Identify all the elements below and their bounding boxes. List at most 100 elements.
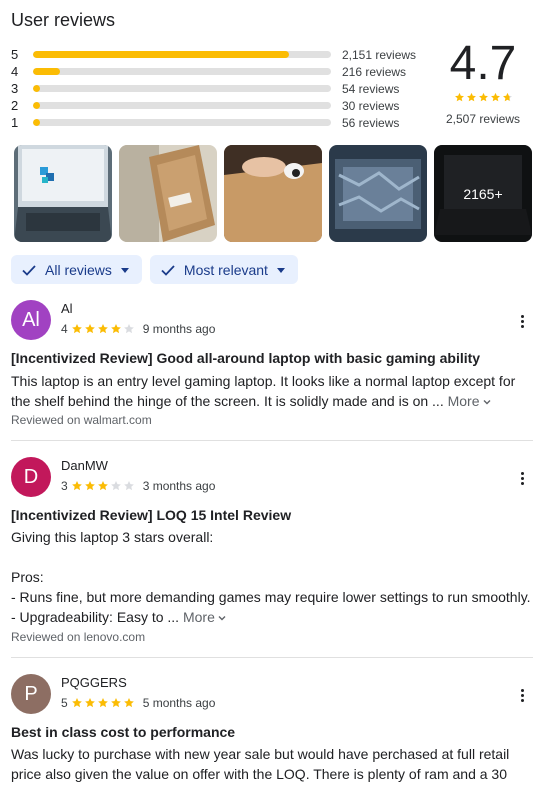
star-icon	[110, 697, 122, 709]
star-icon	[454, 92, 465, 103]
rating-row-count: 54 reviews	[342, 81, 400, 96]
review-body-line: the shelf behind the hinge of the screen…	[11, 391, 533, 411]
review-body-line: - Runs fine, but more demanding games ma…	[11, 589, 531, 605]
review-photo-more[interactable]: 2165+	[434, 145, 532, 242]
review-body: Was lucky to purchase with new year sale…	[11, 744, 533, 784]
rating-bar-fill	[33, 85, 41, 92]
review-body: This laptop is an entry level gaming lap…	[11, 371, 533, 411]
review-body-line: Pros:	[11, 569, 44, 585]
rating-distribution: 5 2,151 reviews 4 216 reviews 3 54 revie…	[11, 46, 431, 131]
rating-bar	[33, 85, 331, 92]
avatar[interactable]: P	[11, 674, 51, 714]
more-link[interactable]: More	[448, 393, 492, 409]
star-icon	[123, 480, 135, 492]
review-stars	[71, 323, 135, 335]
overall-review-count: 2,507 reviews	[445, 112, 521, 126]
star-icon	[71, 697, 83, 709]
more-link[interactable]: More	[183, 609, 227, 625]
review-card: P PQGGERS 5 5 months ago Best in class c…	[11, 674, 533, 787]
more-options-icon[interactable]	[515, 686, 529, 704]
rating-row-count: 30 reviews	[342, 98, 400, 113]
rating-row-label: 5	[11, 47, 19, 62]
rating-row-label: 3	[11, 81, 19, 96]
review-photo-box[interactable]	[119, 145, 217, 242]
rating-row-4[interactable]: 4 216 reviews	[11, 63, 431, 80]
review-body-line: price also given the value on offer with…	[11, 766, 507, 782]
review-stars	[71, 697, 135, 709]
review-date: 5 months ago	[142, 696, 216, 710]
star-icon	[123, 697, 135, 709]
review-body-line: Giving this laptop 3 stars overall:	[11, 529, 214, 545]
rating-bar-fill	[33, 119, 41, 126]
star-icon	[84, 480, 96, 492]
caret-down-icon	[120, 265, 130, 275]
star-icon	[97, 323, 109, 335]
star-icon	[71, 323, 83, 335]
rating-bar	[33, 102, 331, 109]
star-icon	[466, 92, 477, 103]
review-card: Al Al 4 9 months ago [Incentivized Revie…	[11, 300, 533, 435]
more-photos-count: 2165+	[463, 185, 503, 202]
review-body: Giving this laptop 3 stars overall: Pros…	[11, 527, 533, 627]
review-source: Reviewed on lenovo.com	[11, 630, 146, 644]
rating-row-label: 1	[11, 115, 19, 130]
section-title: User reviews	[11, 10, 116, 30]
rating-row-count: 216 reviews	[342, 64, 407, 79]
rating-row-1[interactable]: 1 56 reviews	[11, 114, 431, 131]
rating-row-3[interactable]: 3 54 reviews	[11, 80, 431, 97]
star-icon	[502, 92, 513, 103]
review-source: Reviewed on walmart.com	[11, 413, 152, 427]
chevron-down-icon	[218, 616, 226, 621]
rating-row-count: 56 reviews	[342, 115, 400, 130]
review-rating: 4 9 months ago	[61, 322, 215, 336]
review-author[interactable]: Al	[61, 301, 73, 316]
review-rating-value: 3	[61, 479, 68, 493]
review-author[interactable]: DanMW	[61, 458, 108, 473]
review-author[interactable]: PQGGERS	[61, 675, 127, 690]
rating-bar-fill	[33, 102, 41, 109]
star-icon	[110, 480, 122, 492]
review-rating: 3 3 months ago	[61, 479, 215, 493]
review-body-line	[11, 547, 533, 567]
star-icon	[84, 323, 96, 335]
review-card: D DanMW 3 3 months ago [Incentivized Rev…	[11, 457, 533, 647]
review-photo-package[interactable]	[224, 145, 322, 242]
most-relevant-sort[interactable]: Most relevant	[149, 255, 298, 284]
review-body-line: Was lucky to purchase with new year sale…	[11, 746, 510, 762]
review-photo-laptop-screen[interactable]	[14, 145, 112, 242]
filter-label: Most relevant	[183, 261, 268, 278]
rating-row-count: 2,151 reviews	[342, 47, 417, 62]
divider	[11, 440, 533, 441]
review-rating-value: 4	[61, 322, 68, 336]
star-icon	[478, 92, 489, 103]
chevron-down-icon	[483, 400, 491, 405]
rating-bar	[33, 51, 331, 58]
caret-down-icon	[276, 265, 286, 275]
rating-bar-fill	[33, 68, 60, 75]
more-options-icon[interactable]	[515, 312, 529, 330]
review-stars	[71, 480, 135, 492]
rating-bar	[33, 68, 331, 75]
star-icon	[71, 480, 83, 492]
rating-row-label: 2	[11, 98, 19, 113]
review-filters: All reviews Most relevant	[11, 255, 298, 284]
review-title: Best in class cost to performance	[11, 724, 236, 740]
star-icon	[97, 697, 109, 709]
avatar[interactable]: Al	[11, 300, 51, 340]
star-icon	[123, 323, 135, 335]
more-options-icon[interactable]	[515, 469, 529, 487]
review-date: 3 months ago	[142, 479, 216, 493]
review-title: [Incentivized Review] Good all-around la…	[11, 350, 481, 366]
review-photos: 2165+	[14, 145, 532, 242]
overall-rating: 4.7 2,507 reviews	[440, 37, 526, 127]
rating-bar-fill	[33, 51, 290, 58]
rating-row-5[interactable]: 5 2,151 reviews	[11, 46, 431, 63]
rating-row-2[interactable]: 2 30 reviews	[11, 97, 431, 114]
review-date: 9 months ago	[142, 322, 216, 336]
review-photo-wrapped-laptop[interactable]	[329, 145, 427, 242]
overall-score: 4.7	[449, 37, 517, 90]
overall-stars	[440, 92, 526, 106]
avatar[interactable]: D	[11, 457, 51, 497]
star-icon	[84, 697, 96, 709]
all-reviews-filter[interactable]: All reviews	[11, 255, 142, 284]
